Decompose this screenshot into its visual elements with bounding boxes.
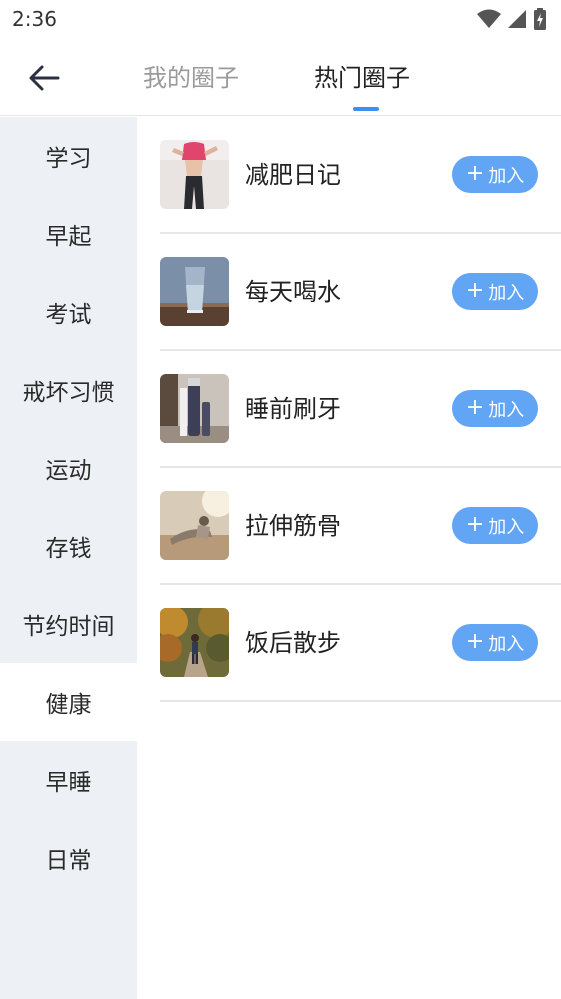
circle-list: 减肥日记 + 加入 每天喝水 + 加入 睡前刷牙 + 加入 拉伸筋骨 + 加入 … [160,117,561,702]
category-sidebar: 学习 早起 考试 戒坏习惯 运动 存钱 节约时间 健康 早睡 日常 [0,117,137,999]
circle-title: 饭后散步 [245,629,341,657]
walking-photo [160,608,229,677]
sidebar-item-quit-bad-habits[interactable]: 戒坏习惯 [0,351,137,429]
battery-charging-icon [534,8,546,30]
sidebar-item-early-rise[interactable]: 早起 [0,195,137,273]
join-button-label: 加入 [488,399,525,421]
join-button-label: 加入 [488,516,525,538]
active-tab-indicator [353,107,379,111]
sidebar-item-daily[interactable]: 日常 [0,819,137,897]
cell-signal-icon [508,10,526,28]
join-button[interactable]: + 加入 [452,156,538,193]
water-glass-photo [160,257,229,326]
circle-title: 每天喝水 [245,278,341,306]
toothpaste-photo [160,374,229,443]
tab-popular-circles[interactable]: 热门圈子 [314,58,410,98]
list-item[interactable]: 减肥日记 + 加入 [160,117,561,234]
list-item[interactable]: 拉伸筋骨 + 加入 [160,468,561,585]
plus-icon: + [465,511,485,537]
sidebar-item-exam[interactable]: 考试 [0,273,137,351]
plus-icon: + [465,628,485,654]
sidebar-item-health[interactable]: 健康 [0,663,137,741]
sidebar-item-save-money[interactable]: 存钱 [0,507,137,585]
back-button[interactable] [22,56,66,100]
fitness-photo [160,140,229,209]
join-button[interactable]: + 加入 [452,624,538,661]
sidebar-item-save-time[interactable]: 节约时间 [0,585,137,663]
status-bar: 2:36 [0,0,561,38]
wifi-icon [477,9,501,28]
join-button-label: 加入 [488,165,525,187]
circle-title: 睡前刷牙 [245,395,341,423]
plus-icon: + [465,277,485,303]
join-button[interactable]: + 加入 [452,273,538,310]
circle-title: 拉伸筋骨 [245,512,341,540]
plus-icon: + [465,394,485,420]
top-app-bar: 我的圈子 热门圈子 [0,38,561,116]
join-button[interactable]: + 加入 [452,390,538,427]
join-button-label: 加入 [488,633,525,655]
sidebar-item-study[interactable]: 学习 [0,117,137,195]
status-time: 2:36 [12,7,57,31]
circle-title: 减肥日记 [245,161,341,189]
list-item[interactable]: 睡前刷牙 + 加入 [160,351,561,468]
tab-my-circles[interactable]: 我的圈子 [143,58,239,98]
plus-icon: + [465,160,485,186]
stretching-photo [160,491,229,560]
status-icons [477,8,547,30]
join-button-label: 加入 [488,282,525,304]
sidebar-item-exercise[interactable]: 运动 [0,429,137,507]
sidebar-item-early-sleep[interactable]: 早睡 [0,741,137,819]
list-item[interactable]: 饭后散步 + 加入 [160,585,561,702]
list-item[interactable]: 每天喝水 + 加入 [160,234,561,351]
join-button[interactable]: + 加入 [452,507,538,544]
arrow-left-icon [29,65,60,91]
